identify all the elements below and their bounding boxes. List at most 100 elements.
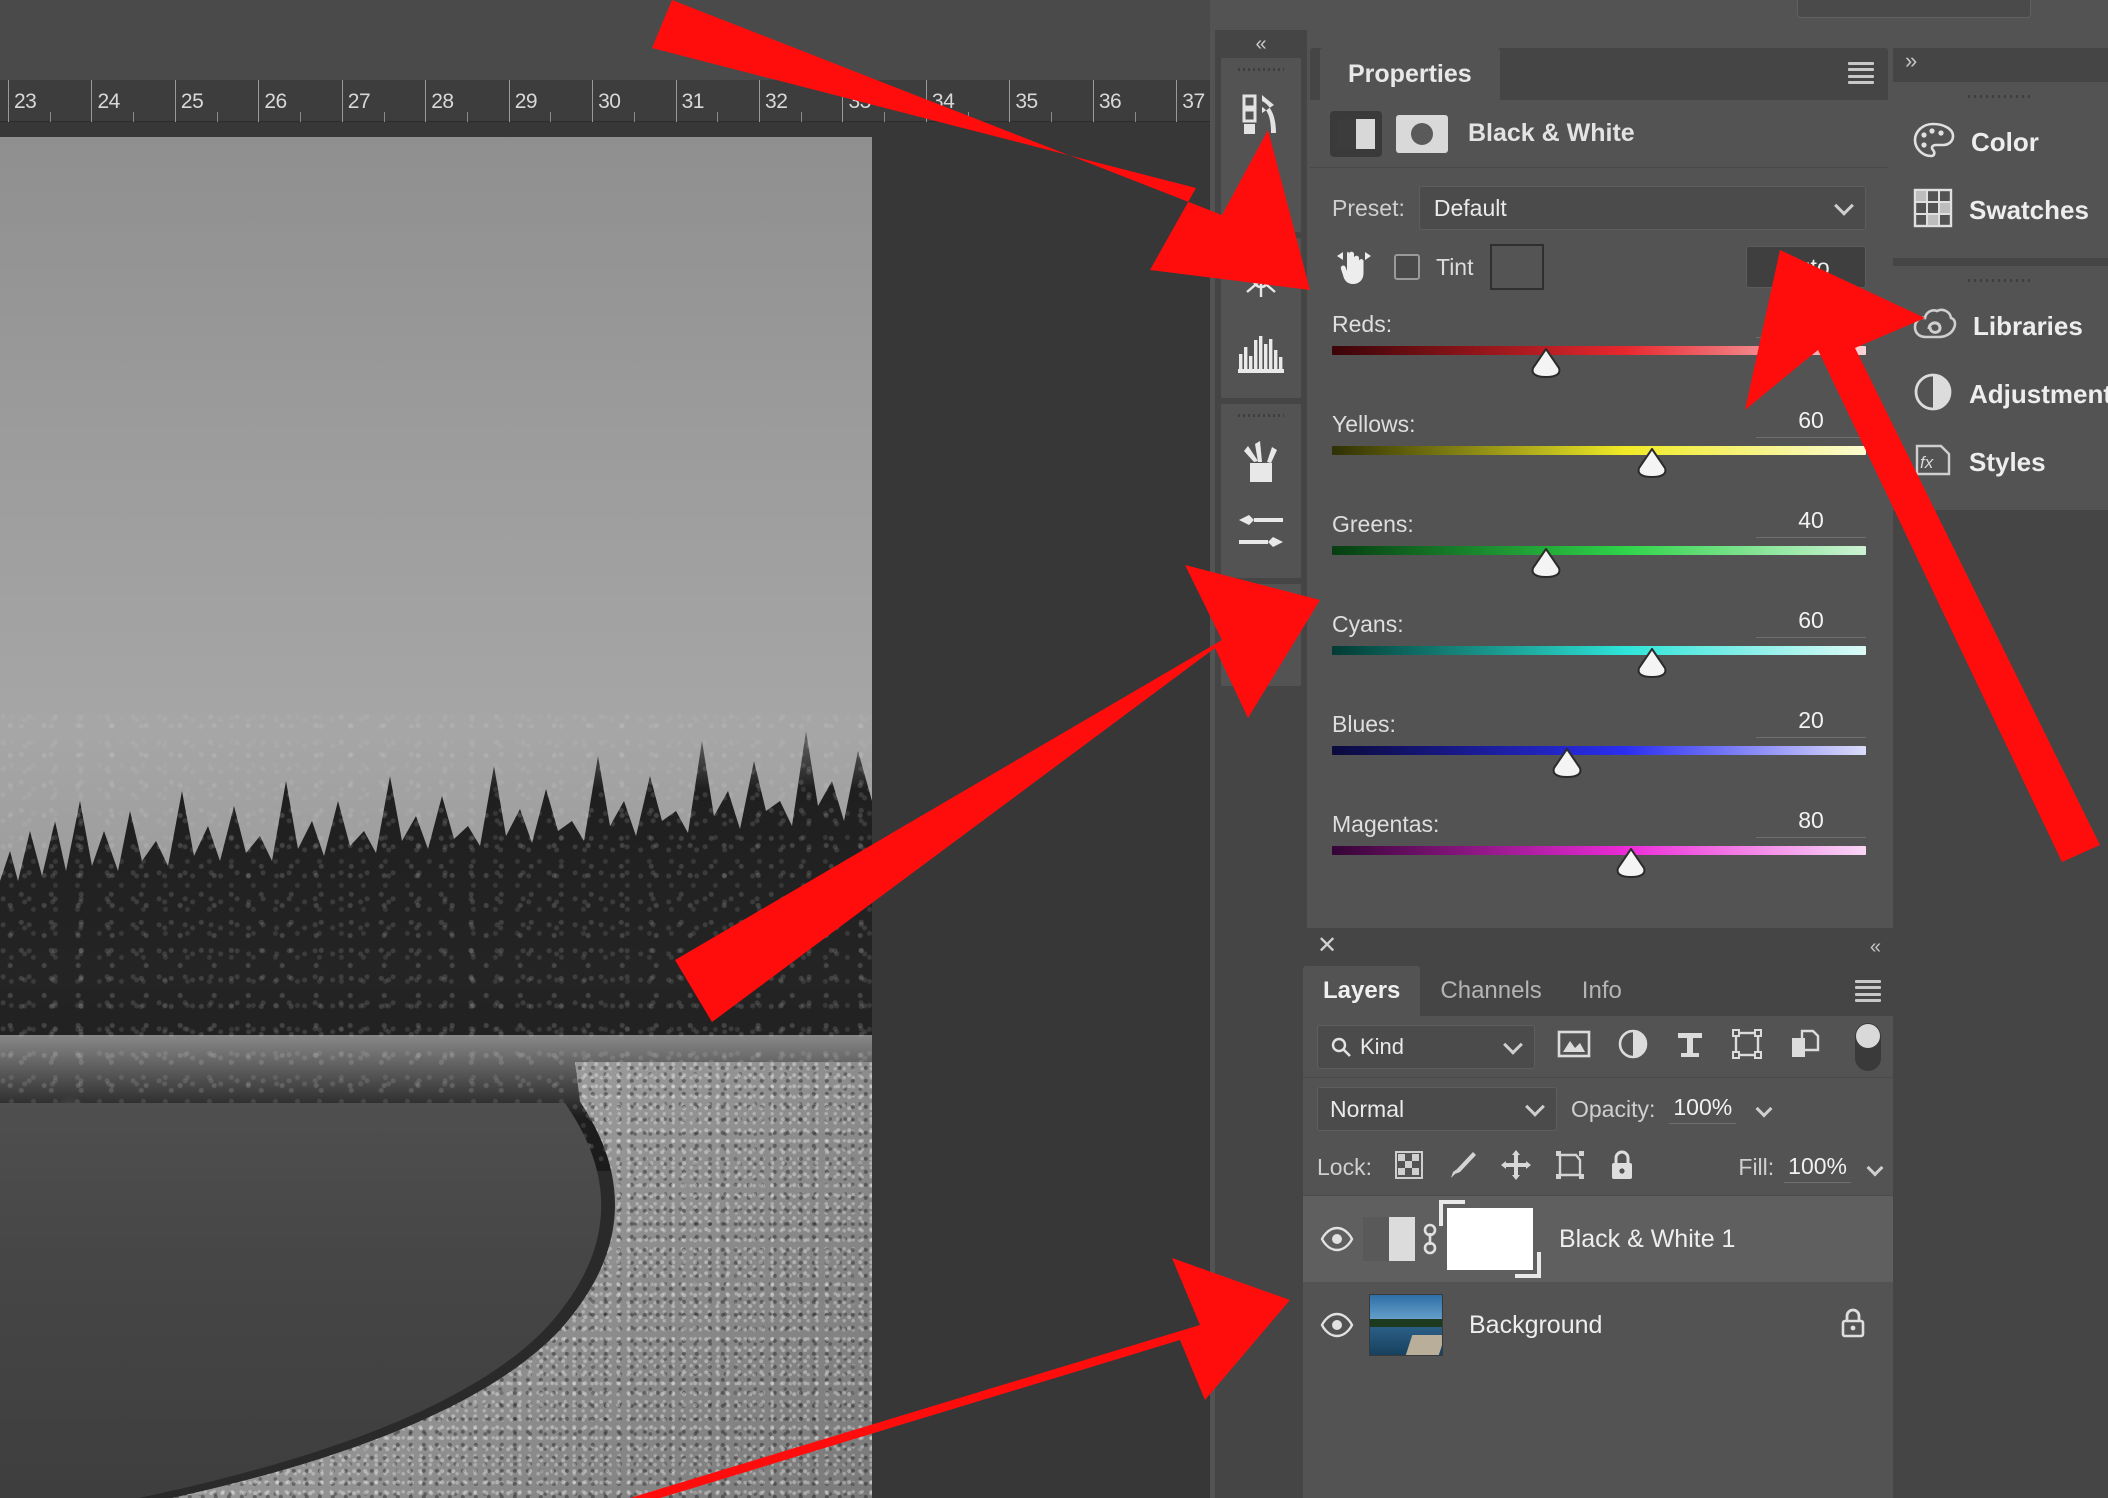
- layers-panel: ✕ « Layers Channels Info Kind Normal Opa…: [1303, 928, 1895, 1498]
- right-rail-collapse-button[interactable]: »: [1893, 48, 2108, 82]
- slider-value[interactable]: 60: [1756, 407, 1866, 438]
- type-layer-filter-icon[interactable]: [1675, 1029, 1705, 1064]
- slider-value[interactable]: 40: [1756, 307, 1866, 338]
- slider-track-area[interactable]: [1332, 446, 1866, 488]
- search-icon: [1331, 1037, 1351, 1057]
- layer-row[interactable]: Background: [1303, 1282, 1895, 1368]
- slider-track-area[interactable]: [1332, 746, 1866, 788]
- fill-chevron-down-icon[interactable]: [1866, 1159, 1884, 1176]
- rail-grip[interactable]: [1967, 92, 2034, 100]
- opacity-value[interactable]: 100%: [1669, 1094, 1737, 1124]
- slider-track-area[interactable]: [1332, 346, 1866, 388]
- shape-layer-filter-icon[interactable]: [1731, 1028, 1763, 1065]
- clone-source-icon[interactable]: [1221, 604, 1301, 676]
- tab-layers[interactable]: Layers: [1303, 966, 1421, 1016]
- rail-item-libraries[interactable]: Libraries: [1893, 292, 2108, 360]
- ruler-tick: [592, 80, 594, 122]
- adjustment-layer-filter-icon[interactable]: [1617, 1028, 1649, 1065]
- rail-item-swatches[interactable]: Swatches: [1893, 176, 2108, 244]
- layer-mask-thumbnail[interactable]: [1439, 1200, 1541, 1278]
- layer-mask-icon[interactable]: [1396, 114, 1448, 153]
- ruler-minor-tick: [967, 112, 969, 122]
- chevron-down-icon: [1503, 1034, 1523, 1055]
- slider-value[interactable]: 40: [1756, 507, 1866, 538]
- rail-grip[interactable]: [1967, 276, 2034, 284]
- chevron-down-icon: [1525, 1097, 1545, 1117]
- slider-thumb[interactable]: [1635, 647, 1669, 679]
- blend-mode-select[interactable]: Normal: [1317, 1087, 1557, 1131]
- opacity-chevron-down-icon[interactable]: [1755, 1100, 1773, 1118]
- tab-properties[interactable]: Properties: [1320, 48, 1500, 100]
- ruler-minor-tick: [133, 112, 135, 122]
- ruler-tick: [91, 80, 93, 122]
- ruler-minor-tick: [216, 112, 218, 122]
- partial-top-widget[interactable]: [1797, 0, 2031, 18]
- layers-topbar: ✕ «: [1303, 928, 1895, 966]
- layer-visibility-toggle[interactable]: [1311, 1312, 1363, 1338]
- lock-position-icon[interactable]: [1500, 1149, 1532, 1186]
- layer-adjustment-thumbnail[interactable]: [1363, 1217, 1415, 1261]
- play-icon[interactable]: [1221, 150, 1301, 222]
- layer-image-thumbnail[interactable]: [1369, 1294, 1443, 1356]
- slider-track: [1332, 846, 1866, 855]
- layer-visibility-toggle[interactable]: [1311, 1226, 1363, 1252]
- slider-value[interactable]: 60: [1756, 607, 1866, 638]
- slider-track-area[interactable]: [1332, 846, 1866, 888]
- layer-kind-select[interactable]: Kind: [1317, 1024, 1535, 1069]
- layer-lock-icon[interactable]: [1839, 1307, 1867, 1344]
- rail-item-styles[interactable]: fx Styles: [1893, 428, 2108, 496]
- slider-track: [1332, 446, 1866, 455]
- slider-track: [1332, 746, 1866, 755]
- horizontal-ruler[interactable]: 23 24 25 26 27 28 29 30 31 32 33 34 35 36 37: [0, 80, 1219, 122]
- brush-settings-icon[interactable]: [1221, 496, 1301, 568]
- pixel-layer-filter-icon[interactable]: [1557, 1029, 1591, 1064]
- icon-dock-collapse-button[interactable]: «: [1215, 30, 1307, 58]
- slider-thumb[interactable]: [1529, 547, 1563, 579]
- collapse-arrows-icon[interactable]: «: [1870, 936, 1881, 959]
- slider-thumb[interactable]: [1635, 447, 1669, 479]
- slider-track: [1332, 546, 1866, 555]
- ruler-number: 28: [431, 90, 454, 113]
- tab-channels[interactable]: Channels: [1420, 966, 1561, 1016]
- panel-menu-icon[interactable]: [1848, 62, 1874, 84]
- panel-menu-icon[interactable]: [1855, 980, 1881, 1002]
- auto-button[interactable]: Auto: [1746, 246, 1866, 288]
- slider-track: [1332, 346, 1866, 355]
- brush-presets-icon[interactable]: [1221, 424, 1301, 496]
- dock-grip[interactable]: [1238, 590, 1284, 600]
- histogram-icon[interactable]: [1221, 316, 1301, 388]
- slider-track-area[interactable]: [1332, 546, 1866, 588]
- tab-info[interactable]: Info: [1562, 966, 1642, 1016]
- actions-icon[interactable]: [1221, 78, 1301, 150]
- lock-image-pixels-icon[interactable]: [1446, 1149, 1478, 1186]
- timeline-icon[interactable]: [1221, 244, 1301, 316]
- close-icon[interactable]: ✕: [1317, 934, 1337, 958]
- smart-object-filter-icon[interactable]: [1789, 1028, 1821, 1065]
- fill-value[interactable]: 100%: [1784, 1153, 1851, 1183]
- dock-grip[interactable]: [1238, 410, 1284, 420]
- properties-tabbar: Properties: [1310, 48, 1888, 100]
- layer-row[interactable]: Black & White 1: [1303, 1196, 1895, 1282]
- tint-checkbox[interactable]: [1394, 254, 1420, 280]
- tint-color-swatch[interactable]: [1489, 244, 1544, 290]
- ruler-tick: [425, 80, 427, 122]
- lock-transparent-pixels-icon[interactable]: [1394, 1150, 1424, 1185]
- lock-all-icon[interactable]: [1608, 1149, 1636, 1186]
- black-white-adjustment-icon[interactable]: [1330, 110, 1382, 157]
- lock-artboard-icon[interactable]: [1554, 1149, 1586, 1186]
- slider-label: Yellows:: [1332, 411, 1416, 437]
- slider-thumb[interactable]: [1529, 347, 1563, 379]
- slider-thumb[interactable]: [1550, 747, 1584, 779]
- slider-thumb[interactable]: [1614, 847, 1648, 879]
- preset-select[interactable]: Default: [1418, 186, 1866, 230]
- slider-cyans: Cyans: 60: [1332, 604, 1866, 688]
- slider-value[interactable]: 80: [1756, 807, 1866, 838]
- slider-track-area[interactable]: [1332, 646, 1866, 688]
- filter-toggle-icon[interactable]: [1855, 1022, 1881, 1071]
- slider-value[interactable]: 20: [1756, 707, 1866, 738]
- document-image[interactable]: [0, 137, 872, 1498]
- rail-item-adjustments[interactable]: Adjustments: [1893, 360, 2108, 428]
- targeted-adjustment-hand-icon[interactable]: [1332, 244, 1378, 290]
- dock-grip[interactable]: [1238, 64, 1284, 74]
- rail-item-color[interactable]: Color: [1893, 108, 2108, 176]
